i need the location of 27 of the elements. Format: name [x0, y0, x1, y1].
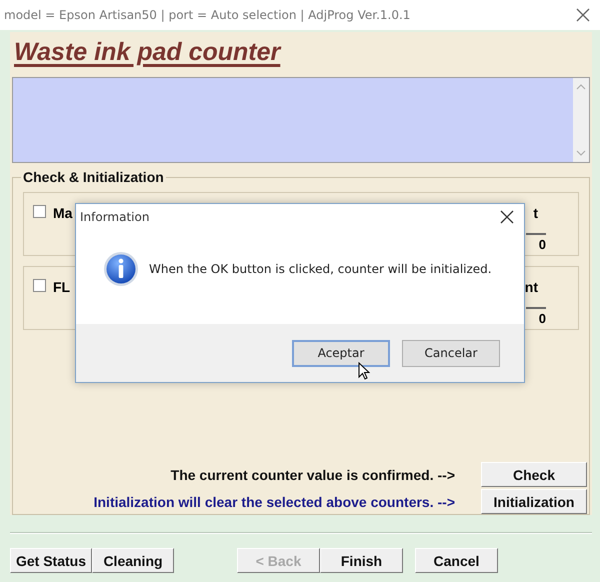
scroll-up-icon[interactable] [576, 84, 586, 90]
close-icon[interactable] [576, 8, 590, 22]
wizard-button[interactable]: Cancel [415, 548, 498, 573]
instruction-text: The current counter value is confirmed. --> [170, 466, 455, 482]
wizard-button[interactable]: Cleaning [92, 548, 174, 573]
page-heading: Waste ink pad counter [14, 38, 280, 67]
close-icon[interactable] [500, 210, 514, 224]
action-button[interactable]: Initialization [481, 489, 587, 514]
checkbox[interactable] [33, 279, 46, 292]
counter-label: Ma [53, 205, 72, 221]
dialog-button[interactable]: Cancelar [402, 340, 500, 366]
instruction-text: Initialization will clear the selected above counters. --> [94, 494, 455, 510]
wizard-button[interactable]: Finish [320, 548, 403, 573]
scroll-down-icon[interactable] [576, 150, 586, 156]
checkbox[interactable] [33, 205, 46, 218]
dialog-button[interactable]: Aceptar [292, 340, 390, 366]
group-title: Check & Initialization [21, 169, 166, 185]
dialog-message: When the OK button is clicked, counter will be initialized. [149, 262, 492, 276]
counter-label: FL [53, 279, 70, 295]
dialog-title: Information [80, 210, 150, 224]
action-button[interactable]: Check [481, 462, 587, 487]
window-title: model = Epson Artisan50 | port = Auto selection | AdjProg Ver.1.0.1 [4, 8, 410, 22]
mouse-pointer-icon [358, 362, 370, 380]
wizard-button[interactable]: Get Status [10, 548, 92, 573]
info-icon [103, 251, 139, 287]
counter-label: nt [524, 279, 538, 295]
counter-label: t [533, 205, 538, 221]
